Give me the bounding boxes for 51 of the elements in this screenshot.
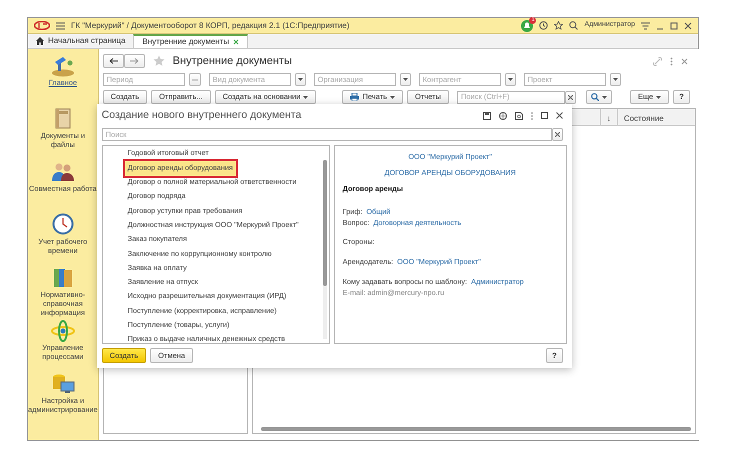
window-title: ГК "Меркурий" / Документооборот 8 КОРП, редакция 2.1 (1С:Предприятие) bbox=[71, 20, 350, 32]
caret-icon bbox=[298, 78, 303, 81]
more-icon[interactable] bbox=[530, 112, 533, 120]
logo-icon bbox=[34, 21, 50, 30]
orbit-icon[interactable] bbox=[48, 319, 77, 342]
close-icon[interactable] bbox=[233, 39, 240, 45]
column-header[interactable]: ↓ bbox=[600, 109, 617, 125]
settings-icon[interactable] bbox=[641, 22, 650, 30]
maximize-icon[interactable] bbox=[670, 22, 678, 30]
horizontal-scrollbar[interactable] bbox=[260, 427, 691, 431]
dropdown-button[interactable] bbox=[504, 73, 516, 86]
forward-arrow-icon bbox=[130, 58, 139, 64]
save-icon[interactable] bbox=[482, 112, 491, 120]
caret-icon bbox=[303, 96, 308, 98]
menu-icon[interactable] bbox=[56, 22, 65, 30]
dropdown-button[interactable] bbox=[610, 73, 621, 86]
caret-icon bbox=[508, 78, 513, 81]
clear-button[interactable] bbox=[552, 128, 563, 141]
back-arrow-icon bbox=[108, 58, 118, 64]
favorite-star-icon[interactable] bbox=[152, 55, 165, 67]
dropdown-button[interactable] bbox=[400, 73, 411, 86]
caret-icon bbox=[656, 96, 662, 98]
home-icon bbox=[36, 37, 44, 45]
preview-icon[interactable] bbox=[514, 112, 523, 120]
caret-icon bbox=[612, 78, 618, 81]
star-icon[interactable] bbox=[554, 21, 564, 30]
bell-icon[interactable] bbox=[521, 20, 534, 32]
tab[interactable]: Внутренние документы bbox=[133, 34, 248, 48]
caret-icon bbox=[402, 78, 408, 81]
clear-button[interactable] bbox=[564, 90, 576, 104]
maximize-icon[interactable] bbox=[540, 112, 548, 120]
more-icon[interactable] bbox=[670, 56, 673, 66]
caret-icon bbox=[602, 96, 607, 98]
page-title: Внутренние документы bbox=[172, 54, 292, 69]
dropdown-button[interactable] bbox=[294, 73, 306, 86]
search-icon[interactable] bbox=[569, 21, 578, 30]
printer-icon bbox=[350, 93, 360, 101]
tab[interactable]: Начальная страница bbox=[28, 34, 134, 48]
vertical-scrollbar[interactable] bbox=[322, 160, 327, 339]
back-button[interactable] bbox=[102, 54, 124, 68]
history-icon[interactable] bbox=[539, 21, 548, 30]
close-icon[interactable] bbox=[684, 22, 692, 30]
close-icon[interactable] bbox=[556, 112, 563, 120]
caret-icon bbox=[390, 96, 396, 98]
search-button[interactable] bbox=[586, 90, 612, 104]
search-icon bbox=[590, 93, 599, 101]
close-icon bbox=[554, 132, 560, 137]
column-header[interactable]: Состояние bbox=[616, 109, 695, 125]
globe-icon[interactable] bbox=[498, 112, 507, 120]
dialog-title: Создание нового внутреннего документа bbox=[102, 108, 302, 123]
close-icon bbox=[568, 94, 573, 100]
